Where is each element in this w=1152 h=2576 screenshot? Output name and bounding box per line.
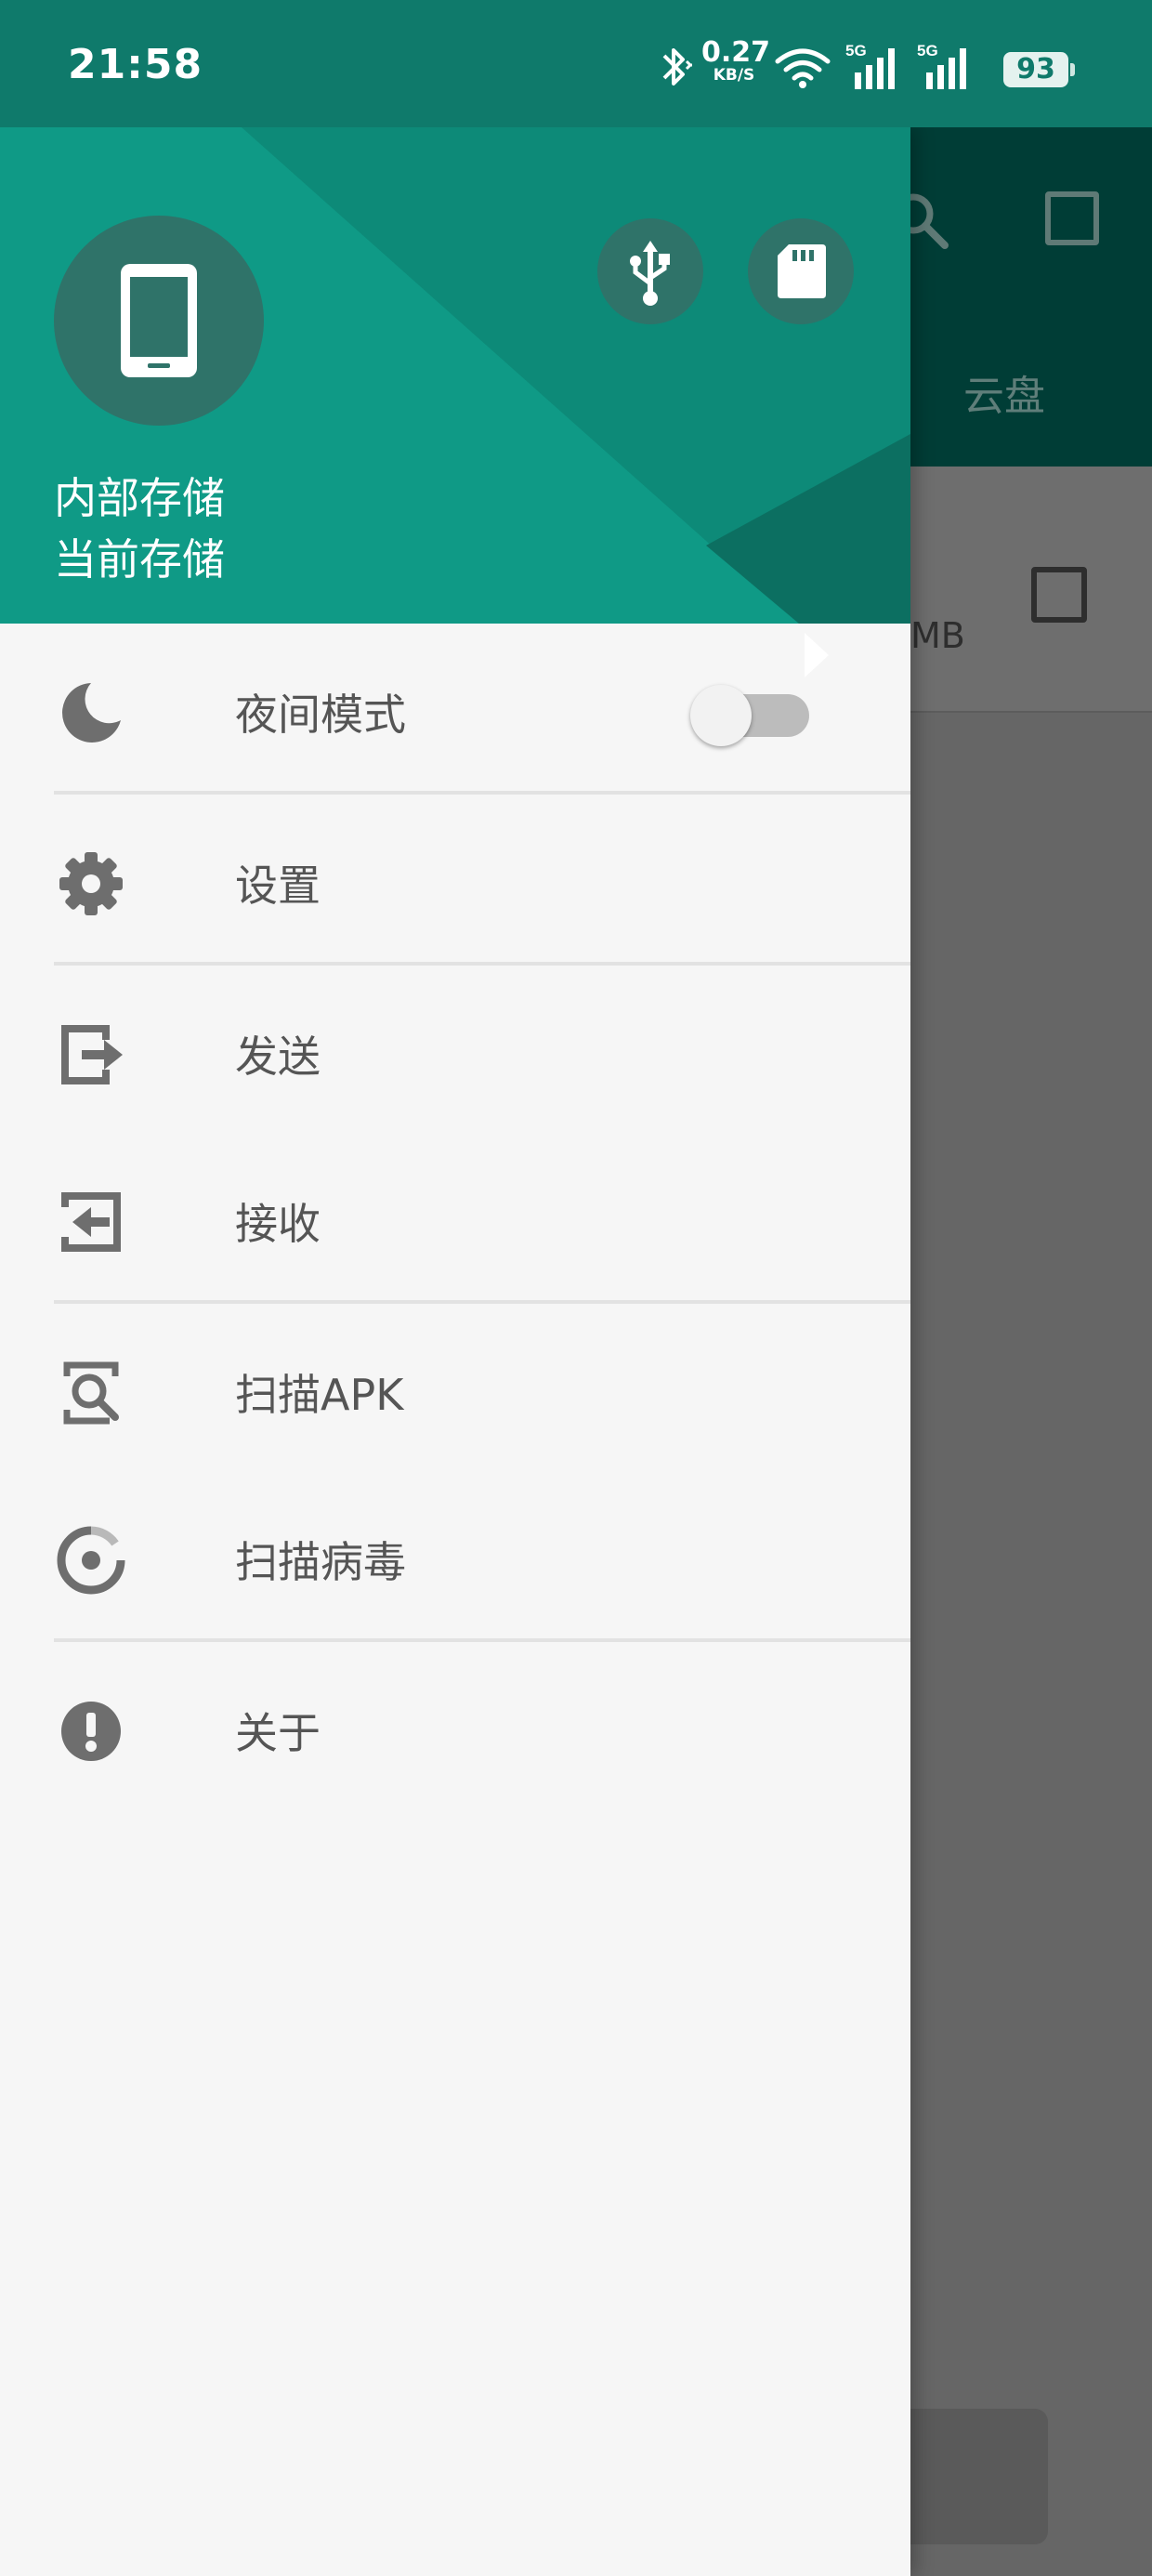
- menu-item-scan-virus[interactable]: 扫描病毒: [0, 1471, 910, 1638]
- menu-item-label: 扫描APK: [235, 1370, 404, 1420]
- menu-item-receive[interactable]: 接收: [0, 1133, 910, 1300]
- storage-name: 内部存储: [54, 473, 225, 523]
- menu-item-scan-apk[interactable]: 扫描APK: [0, 1304, 910, 1471]
- drawer-menu: 夜间模式 设置 发送 接收 扫描APK 扫描病毒 关于: [0, 624, 910, 1809]
- navigation-drawer: 内部存储 当前存储 夜间模式 设置 发送 接收 扫描APK 扫描病毒 关于: [0, 127, 910, 2576]
- sd-card-icon: [778, 244, 826, 298]
- file-size: MB: [910, 615, 965, 656]
- tab-cloud[interactable]: 云盘: [963, 362, 1045, 422]
- file-checkbox[interactable]: [1031, 567, 1087, 623]
- storage-status: 当前存储: [54, 534, 225, 585]
- usb-icon: [630, 241, 670, 306]
- menu-item-label: 关于: [235, 1708, 321, 1758]
- status-icons: 0.27 KB/S 5G 5G 93: [655, 37, 1082, 93]
- menu-item-label: 设置: [235, 861, 321, 911]
- drawer-header: 内部存储 当前存储: [0, 127, 910, 624]
- screen: 21:58 0.27 KB/S 5G 5G 93 云盘 MB 内部存储 当前存储…: [0, 0, 1152, 2576]
- select-all-checkbox[interactable]: [1045, 191, 1099, 245]
- status-bar: 21:58 0.27 KB/S 5G 5G 93: [0, 0, 1152, 127]
- menu-item-send[interactable]: 发送: [0, 966, 910, 1133]
- menu-item-about[interactable]: 关于: [0, 1642, 910, 1809]
- usb-button[interactable]: [597, 218, 703, 324]
- signal-5g-icon: 5G: [917, 42, 966, 89]
- gear-icon: [54, 847, 128, 921]
- scan-virus-icon: [54, 1523, 128, 1597]
- menu-item-label: 夜间模式: [235, 690, 406, 740]
- send-icon: [54, 1018, 128, 1092]
- moon-icon: [54, 676, 128, 750]
- sd-card-button[interactable]: [748, 218, 854, 324]
- menu-item-label: 扫描病毒: [235, 1537, 406, 1587]
- battery-icon: 93: [1003, 52, 1075, 87]
- status-time: 21:58: [68, 41, 203, 88]
- toggle-thumb: [690, 685, 752, 746]
- svg-text:5G: 5G: [845, 42, 867, 59]
- night-mode-toggle[interactable]: [690, 677, 813, 746]
- svg-text:5G: 5G: [917, 42, 938, 59]
- storage-avatar[interactable]: [54, 216, 264, 426]
- net-speed: 0.27 KB/S: [701, 36, 771, 85]
- wifi-icon: [775, 48, 831, 88]
- menu-item-settings[interactable]: 设置: [0, 795, 910, 962]
- net-speed-unit: KB/S: [713, 66, 755, 85]
- menu-item-night-mode[interactable]: 夜间模式: [0, 624, 910, 791]
- phone-icon: [121, 264, 197, 377]
- info-icon: [54, 1694, 128, 1768]
- scan-apk-icon: [54, 1356, 128, 1430]
- signal-5g-icon: 5G: [845, 42, 895, 89]
- bluetooth-icon: [662, 48, 693, 85]
- net-speed-value: 0.27: [701, 36, 771, 69]
- menu-item-label: 发送: [235, 1032, 321, 1082]
- menu-item-label: 接收: [235, 1199, 321, 1249]
- receive-icon: [54, 1185, 128, 1259]
